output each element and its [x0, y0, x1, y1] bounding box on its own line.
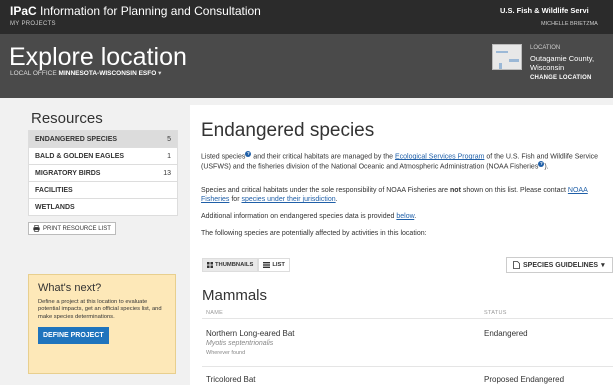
below-link[interactable]: below	[396, 213, 414, 220]
resources-title: Resources	[31, 110, 103, 127]
grid-icon	[207, 262, 213, 268]
ecological-services-link[interactable]: Ecological Services Program	[395, 153, 484, 160]
sidebar-item-label: WETLANDS	[35, 203, 75, 211]
species-row[interactable]: Tricolored Bat Proposed Endangered	[202, 371, 613, 385]
species-range: Wherever found	[206, 350, 246, 356]
jurisdiction-link[interactable]: species under their jurisdiction	[241, 196, 335, 203]
my-projects-link[interactable]: MY PROJECTS	[10, 21, 56, 27]
print-resource-list-button[interactable]: PRINT RESOURCE LIST	[28, 222, 116, 235]
species-guidelines-dropdown[interactable]: SPECIES GUIDELINES ▾	[506, 257, 613, 273]
location-line2: Wisconsin	[530, 63, 565, 72]
define-project-button[interactable]: DEFINE PROJECT	[38, 327, 109, 345]
office-label: LOCAL OFFICE	[10, 70, 57, 77]
text-span: shown on this list. Please contact	[460, 187, 568, 194]
print-label: PRINT RESOURCE LIST	[43, 225, 111, 232]
species-name[interactable]: Northern Long-eared Bat	[206, 329, 295, 338]
text-span: for	[229, 196, 242, 203]
sidebar-item-migratory-birds[interactable]: MIGRATORY BIRDS 13	[28, 164, 178, 182]
change-location-link[interactable]: CHANGE LOCATION	[530, 74, 594, 84]
location-hero: Explore location LOCAL OFFICE MINNESOTA-…	[0, 34, 613, 98]
sidebar-item-label: MIGRATORY BIRDS	[35, 169, 101, 177]
whats-next-text: Define a project at this location to eva…	[38, 299, 162, 320]
whats-next-panel: What's next? Define a project at this lo…	[28, 274, 176, 374]
chevron-down-icon: ▾	[601, 262, 605, 269]
guidelines-label: SPECIES GUIDELINES	[523, 261, 599, 269]
list-view-button[interactable]: LIST	[258, 258, 290, 272]
main-content: Endangered species Listed species? and t…	[190, 105, 613, 385]
noaa-paragraph: Species and critical habitats under the …	[201, 186, 611, 204]
section-title: Endangered species	[201, 120, 375, 141]
sidebar-item-count: 13	[163, 169, 171, 177]
list-icon	[263, 262, 271, 268]
text-span: Species and critical habitats under the …	[201, 187, 451, 194]
divider	[202, 366, 613, 367]
location-line1: Outagamie County,	[530, 53, 595, 63]
view-toggle: THUMBNAILS LIST	[202, 258, 290, 272]
user-menu[interactable]: MICHELLE BRIETZMA	[541, 21, 598, 27]
thumbnails-label: THUMBNAILS	[215, 262, 254, 268]
text-span: and their critical habitats are managed …	[251, 153, 395, 161]
affected-species-text: The following species are potentially af…	[201, 230, 427, 237]
name-column-header: NAME	[206, 310, 224, 316]
divider	[202, 318, 613, 319]
thumbnails-view-button[interactable]: THUMBNAILS	[202, 258, 259, 272]
app-brand[interactable]: IPaC Information for Planning and Consul…	[10, 4, 261, 18]
species-name[interactable]: Tricolored Bat	[206, 375, 256, 384]
document-icon	[513, 261, 520, 269]
text-span: Listed species	[201, 153, 246, 161]
sidebar-item-eagles[interactable]: BALD & GOLDEN EAGLES 1	[28, 147, 178, 165]
location-map-thumbnail[interactable]	[492, 44, 522, 70]
sidebar-item-label: ENDANGERED SPECIES	[35, 135, 118, 143]
text-span: not	[450, 187, 461, 194]
species-row[interactable]: Northern Long-eared Bat Myotis septentri…	[202, 325, 613, 363]
agency-name[interactable]: U.S. Fish & Wildlife Servi	[500, 6, 589, 15]
page-title: Explore location	[9, 43, 187, 71]
printer-icon	[33, 225, 40, 232]
group-title: Mammals	[202, 287, 268, 304]
sidebar-item-endangered-species[interactable]: ENDANGERED SPECIES 5	[28, 130, 178, 148]
brand-short: IPaC	[10, 4, 37, 18]
sidebar-item-facilities[interactable]: FACILITIES	[28, 181, 178, 199]
text-span: .	[414, 213, 417, 220]
sidebar-item-count: 5	[167, 135, 171, 143]
status-column-header: STATUS	[484, 310, 507, 316]
location-info: LOCATION Outagamie County, Wisconsin CHA…	[530, 44, 594, 83]
resources-sidebar: Resources ENDANGERED SPECIES 5 BALD & GO…	[28, 110, 178, 237]
chevron-down-icon[interactable]: ▾	[158, 70, 161, 77]
top-bar: IPaC Information for Planning and Consul…	[0, 0, 613, 34]
sidebar-item-count: 1	[167, 152, 171, 160]
text-span: Additional information on endangered spe…	[201, 213, 397, 220]
office-name-dropdown[interactable]: MINNESOTA-WISCONSIN ESFO	[59, 70, 157, 77]
text-span: .	[335, 196, 338, 203]
sidebar-item-label: BALD & GOLDEN EAGLES	[35, 152, 125, 160]
location-label: LOCATION	[530, 45, 561, 51]
additional-info-paragraph: Additional information on endangered spe…	[201, 212, 611, 221]
sidebar-item-wetlands[interactable]: WETLANDS	[28, 198, 178, 216]
list-label: LIST	[272, 262, 285, 268]
whats-next-title: What's next?	[38, 282, 102, 294]
species-status: Proposed Endangered	[484, 375, 565, 384]
brand-full: Information for Planning and Consultatio…	[40, 4, 261, 18]
sidebar-item-label: FACILITIES	[35, 186, 73, 194]
species-status: Endangered	[484, 329, 528, 338]
intro-paragraph: Listed species? and their critical habit…	[201, 151, 611, 172]
text-span: ).	[544, 163, 549, 171]
local-office: LOCAL OFFICE MINNESOTA-WISCONSIN ESFO ▾	[10, 69, 161, 77]
species-scientific-name: Myotis septentrionalis	[206, 340, 274, 347]
